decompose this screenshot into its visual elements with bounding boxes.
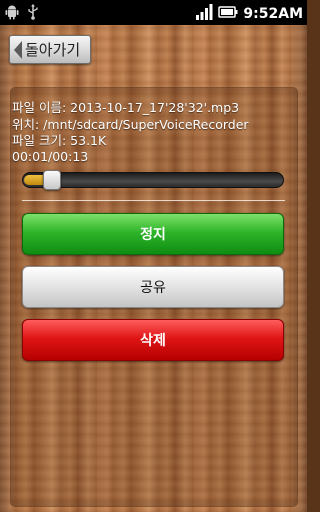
file-size-text: 파일 크기: 53.1K bbox=[12, 133, 107, 148]
divider bbox=[22, 200, 285, 201]
usb-icon bbox=[27, 4, 39, 24]
delete-button[interactable]: 삭제 bbox=[22, 319, 284, 361]
back-button-label: 돌아가기 bbox=[25, 41, 81, 59]
seek-thumb[interactable] bbox=[43, 170, 62, 190]
back-arrow-icon bbox=[14, 40, 22, 59]
status-bar-left bbox=[5, 4, 39, 24]
back-button[interactable]: 돌아가기 bbox=[9, 35, 91, 64]
status-bar: 9:52AM bbox=[0, 0, 307, 25]
status-time: 9:52AM bbox=[243, 5, 303, 22]
android-icon bbox=[5, 4, 19, 24]
playback-time-text: 00:01/00:13 bbox=[12, 149, 89, 164]
status-bar-right: 9:52AM bbox=[195, 3, 303, 24]
signal-icon bbox=[195, 3, 213, 24]
seek-bar[interactable] bbox=[22, 170, 284, 190]
share-button[interactable]: 공유 bbox=[22, 266, 284, 308]
stop-button[interactable]: 정지 bbox=[22, 213, 284, 255]
battery-icon bbox=[218, 3, 238, 24]
